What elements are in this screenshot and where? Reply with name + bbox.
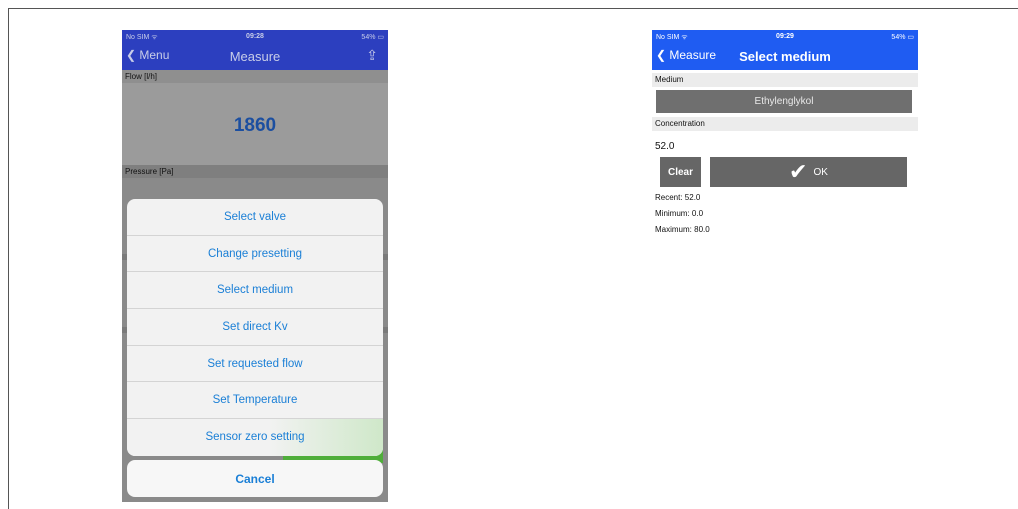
checkmark-icon: ✔ — [789, 159, 808, 184]
status-bar: No SIM ᯤ 09:28 54% ▭ — [122, 30, 388, 44]
action-select-medium[interactable]: Select medium — [127, 272, 383, 310]
cancel-button[interactable]: Cancel — [127, 460, 383, 497]
frame-left-border — [8, 8, 9, 509]
action-set-temperature[interactable]: Set Temperature — [127, 382, 383, 420]
clock-label: 09:28 — [246, 33, 264, 40]
left-header: No SIM ᯤ 09:28 54% ▭ ❮ Menu Measure ⇪ — [122, 30, 388, 70]
status-bar: No SIM ᯤ 09:29 54% ▭ — [652, 30, 918, 44]
action-change-presetting[interactable]: Change presetting — [127, 236, 383, 273]
left-phone-screen: No SIM ᯤ 09:28 54% ▭ ❮ Menu Measure ⇪ Fl… — [122, 30, 388, 502]
recent-value: Recent: 52.0 — [655, 193, 701, 202]
medium-label: Medium — [652, 73, 918, 87]
action-set-direct-kv[interactable]: Set direct Kv — [127, 309, 383, 346]
flow-value: 1860 — [233, 115, 277, 136]
ok-label: OK — [813, 166, 828, 178]
concentration-value[interactable]: 52.0 — [655, 141, 674, 152]
battery-indicator: 54% ▭ — [361, 34, 384, 41]
maximum-value: Maximum: 80.0 — [655, 225, 710, 234]
battery-indicator: 54% ▭ — [891, 34, 914, 41]
action-set-requested-flow[interactable]: Set requested flow — [127, 346, 383, 383]
action-sensor-zero-setting[interactable]: Sensor zero setting — [127, 419, 383, 456]
concentration-label: Concentration — [652, 117, 918, 131]
share-icon[interactable]: ⇪ — [366, 47, 378, 64]
page-title: Measure — [229, 49, 281, 64]
minimum-value: Minimum: 0.0 — [655, 209, 704, 218]
medium-select[interactable]: Ethylenglykol — [656, 90, 912, 113]
pressure-label: Pressure [Pa] — [122, 165, 388, 178]
action-select-valve[interactable]: Select valve — [127, 199, 383, 236]
flow-panel: 1860 — [122, 83, 388, 165]
right-phone-screen: No SIM ᯤ 09:29 54% ▭ ❮ Measure Select me… — [652, 30, 918, 250]
nav-bar: ❮ Measure Select medium — [652, 44, 918, 70]
nav-bar: ❮ Menu Measure ⇪ — [122, 44, 388, 70]
page-title: Select medium — [739, 49, 831, 64]
clock-label: 09:29 — [776, 33, 794, 40]
ok-button[interactable]: ✔ OK — [710, 157, 907, 187]
right-header: No SIM ᯤ 09:29 54% ▭ ❮ Measure Select me… — [652, 30, 918, 70]
action-sheet: Select valve Change presetting Select me… — [127, 199, 383, 456]
frame-top-border — [8, 8, 1018, 9]
flow-label: Flow [l/h] — [122, 70, 388, 83]
clear-button[interactable]: Clear — [660, 157, 701, 187]
